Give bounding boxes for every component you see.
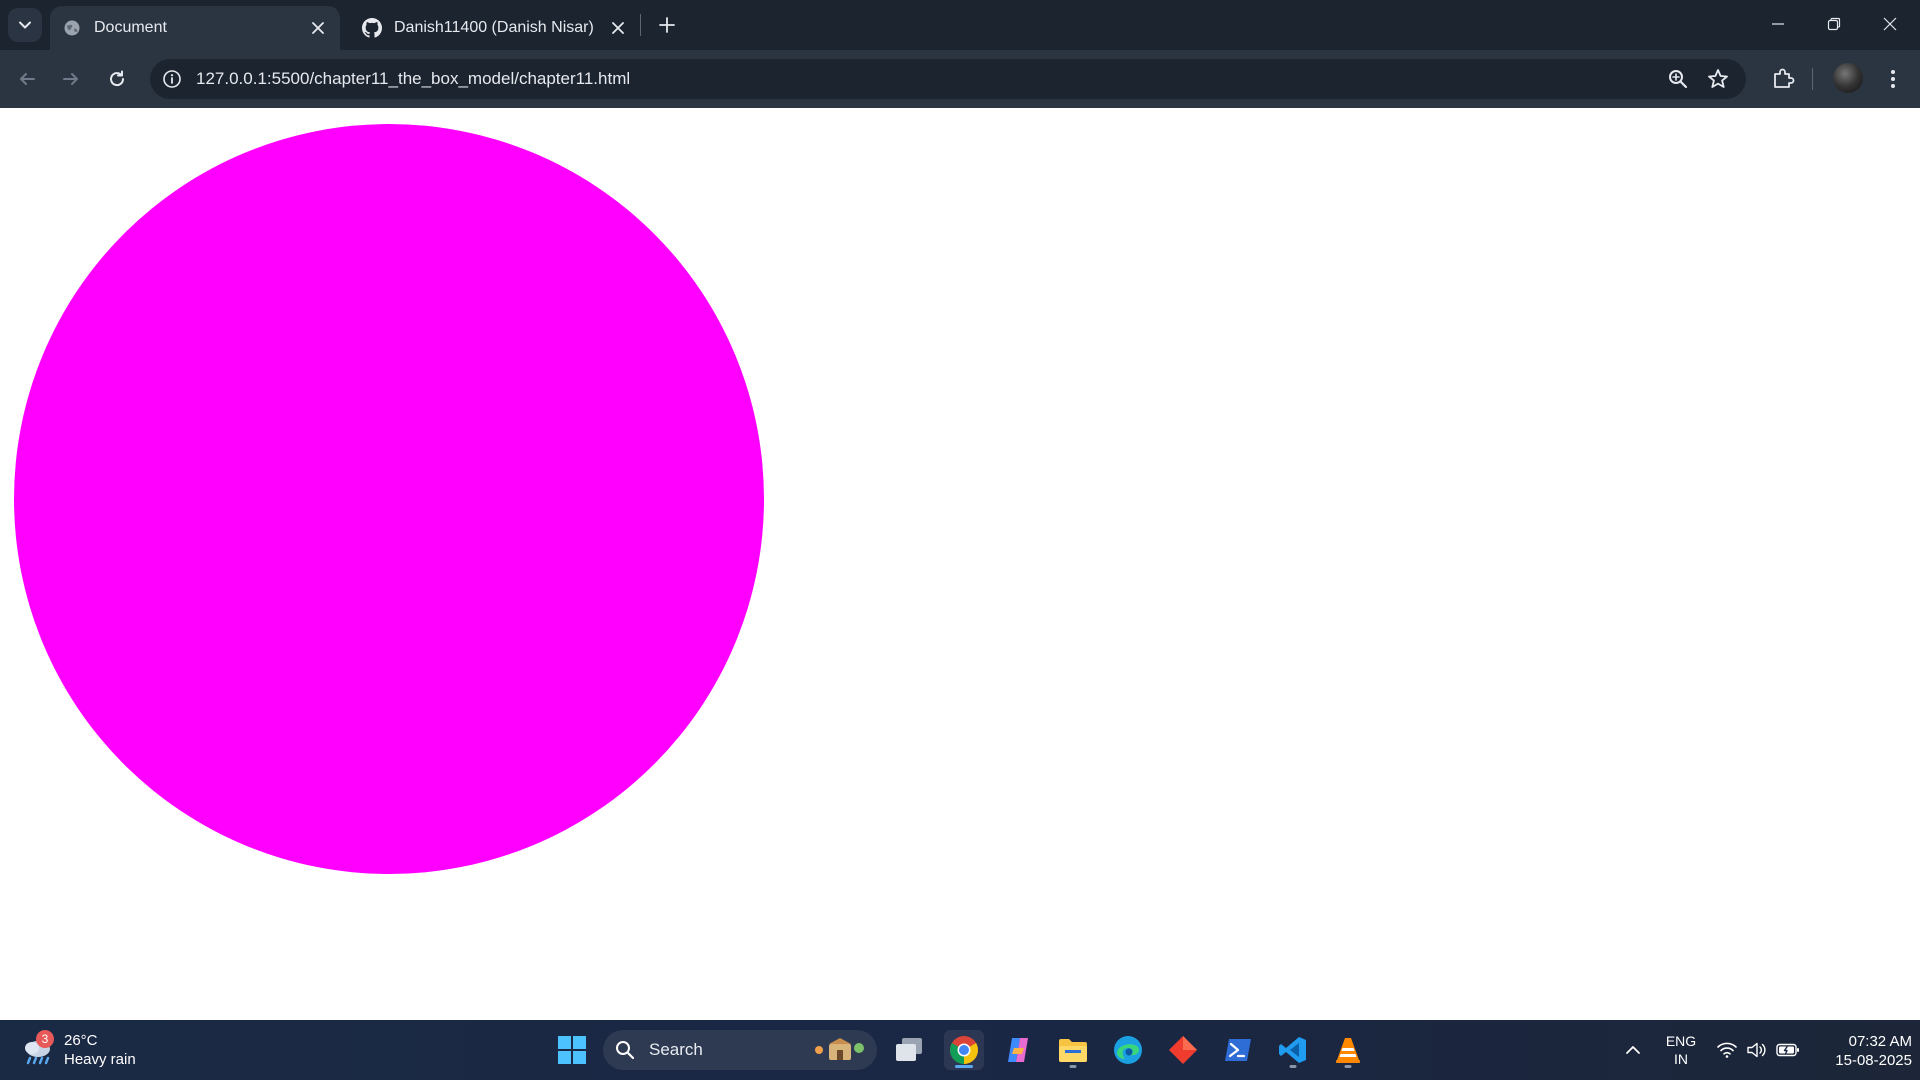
- minimize-icon: [1772, 23, 1784, 25]
- taskbar-search-text: Search: [649, 1040, 703, 1059]
- address-bar[interactable]: 127.0.0.1:5500/chapter11_the_box_model/c…: [150, 59, 1746, 99]
- url-text[interactable]: 127.0.0.1:5500/chapter11_the_box_model/c…: [196, 59, 630, 99]
- task-view-button[interactable]: [889, 1030, 929, 1070]
- bookmark-star-icon[interactable]: [1706, 67, 1730, 91]
- edge-icon: [1114, 1036, 1142, 1064]
- volume-icon[interactable]: [1742, 1020, 1772, 1080]
- reload-button[interactable]: [101, 63, 133, 95]
- search-icon: [616, 1041, 635, 1060]
- running-indicator: [1344, 1065, 1352, 1068]
- arrow-left-icon: [20, 73, 35, 85]
- language-indicator[interactable]: ENG IN: [1662, 1032, 1700, 1068]
- copilot-icon: [1008, 1038, 1028, 1062]
- restore-button[interactable]: [1806, 0, 1862, 48]
- tab-document[interactable]: Document: [50, 6, 340, 50]
- reload-icon: [110, 70, 125, 87]
- running-indicator: [1069, 1065, 1077, 1068]
- clock-date: 15-08-2025: [1835, 1052, 1912, 1069]
- weather-rain-icon: 3: [20, 1030, 56, 1066]
- arrow-right-icon: [63, 73, 78, 85]
- tab-search-button[interactable]: [8, 8, 42, 42]
- browser-tabstrip: Document Danish11400 (Danish Nisar): [0, 0, 1920, 50]
- weather-condition: Heavy rain: [64, 1051, 136, 1068]
- weather-temperature: 26°C: [64, 1032, 98, 1049]
- windows-taskbar: 3 26°C Heavy rain Search ENG IN 07:32 AM…: [0, 1020, 1920, 1080]
- running-indicator: [1289, 1065, 1297, 1068]
- search-highlight-icon: [815, 1038, 864, 1060]
- toolbar-separator: [1812, 68, 1813, 90]
- tab-github[interactable]: Danish11400 (Danish Nisar): [350, 6, 640, 50]
- tab-separator: [640, 14, 641, 36]
- task-view-icon: [896, 1038, 922, 1061]
- powershell-icon: [1225, 1039, 1251, 1061]
- taskbar-git-app[interactable]: [1163, 1030, 1203, 1070]
- kebab-menu-icon: [1891, 70, 1895, 88]
- close-tab-button[interactable]: [606, 16, 630, 40]
- language-line1: ENG: [1665, 1033, 1697, 1049]
- taskbar-edge[interactable]: [1108, 1030, 1148, 1070]
- globe-icon: [62, 18, 82, 38]
- tray-overflow-button[interactable]: [1616, 1020, 1650, 1080]
- taskbar-search[interactable]: Search: [603, 1030, 877, 1070]
- vscode-icon: [1279, 1037, 1306, 1063]
- plus-icon: [659, 17, 675, 33]
- weather-badge: 3: [36, 1030, 54, 1048]
- browser-toolbar: 127.0.0.1:5500/chapter11_the_box_model/c…: [0, 50, 1920, 108]
- running-indicator: [955, 1065, 973, 1068]
- close-icon: [1883, 17, 1897, 31]
- chevron-down-icon: [19, 21, 31, 29]
- forward-button[interactable]: [55, 63, 87, 95]
- zoom-icon[interactable]: [1666, 67, 1690, 91]
- close-icon: [612, 22, 624, 34]
- clock-time: 07:32 AM: [1848, 1033, 1912, 1050]
- screen: Document Danish11400 (Danish Nisar) 127.…: [0, 0, 1920, 1080]
- github-icon: [362, 18, 382, 38]
- start-button[interactable]: [552, 1030, 592, 1070]
- folder-icon: [1059, 1039, 1087, 1062]
- weather-widget[interactable]: 3 26°C Heavy rain: [20, 1028, 136, 1072]
- chevron-up-icon: [1626, 1046, 1640, 1054]
- taskbar-vlc[interactable]: [1328, 1030, 1368, 1070]
- back-button[interactable]: [11, 63, 43, 95]
- close-window-button[interactable]: [1862, 0, 1918, 48]
- battery-icon[interactable]: [1772, 1020, 1804, 1080]
- browser-menu-button[interactable]: [1878, 64, 1908, 94]
- close-tab-button[interactable]: [306, 16, 330, 40]
- tab-title: Document: [94, 19, 167, 36]
- taskbar-chrome[interactable]: [944, 1030, 984, 1070]
- taskbar-copilot[interactable]: [998, 1030, 1038, 1070]
- windows-logo-icon: [558, 1036, 586, 1064]
- site-info-icon[interactable]: [160, 67, 184, 91]
- close-icon: [312, 22, 324, 34]
- profile-avatar[interactable]: [1833, 63, 1863, 93]
- system-clock[interactable]: 07:32 AM 15-08-2025: [1808, 1032, 1912, 1070]
- chrome-icon: [950, 1036, 978, 1064]
- git-diamond-icon: [1169, 1036, 1197, 1064]
- extensions-icon[interactable]: [1768, 64, 1798, 94]
- vlc-icon: [1336, 1038, 1360, 1063]
- magenta-circle: [14, 124, 764, 874]
- page-viewport: [0, 108, 1920, 1020]
- new-tab-button[interactable]: [652, 10, 682, 40]
- restore-icon: [1827, 17, 1841, 31]
- taskbar-powershell[interactable]: [1218, 1030, 1258, 1070]
- minimize-button[interactable]: [1750, 0, 1806, 48]
- taskbar-file-explorer[interactable]: [1053, 1030, 1093, 1070]
- language-line2: IN: [1674, 1051, 1688, 1067]
- taskbar-vscode[interactable]: [1273, 1030, 1313, 1070]
- tab-title: Danish11400 (Danish Nisar): [394, 19, 594, 36]
- wifi-icon[interactable]: [1712, 1020, 1742, 1080]
